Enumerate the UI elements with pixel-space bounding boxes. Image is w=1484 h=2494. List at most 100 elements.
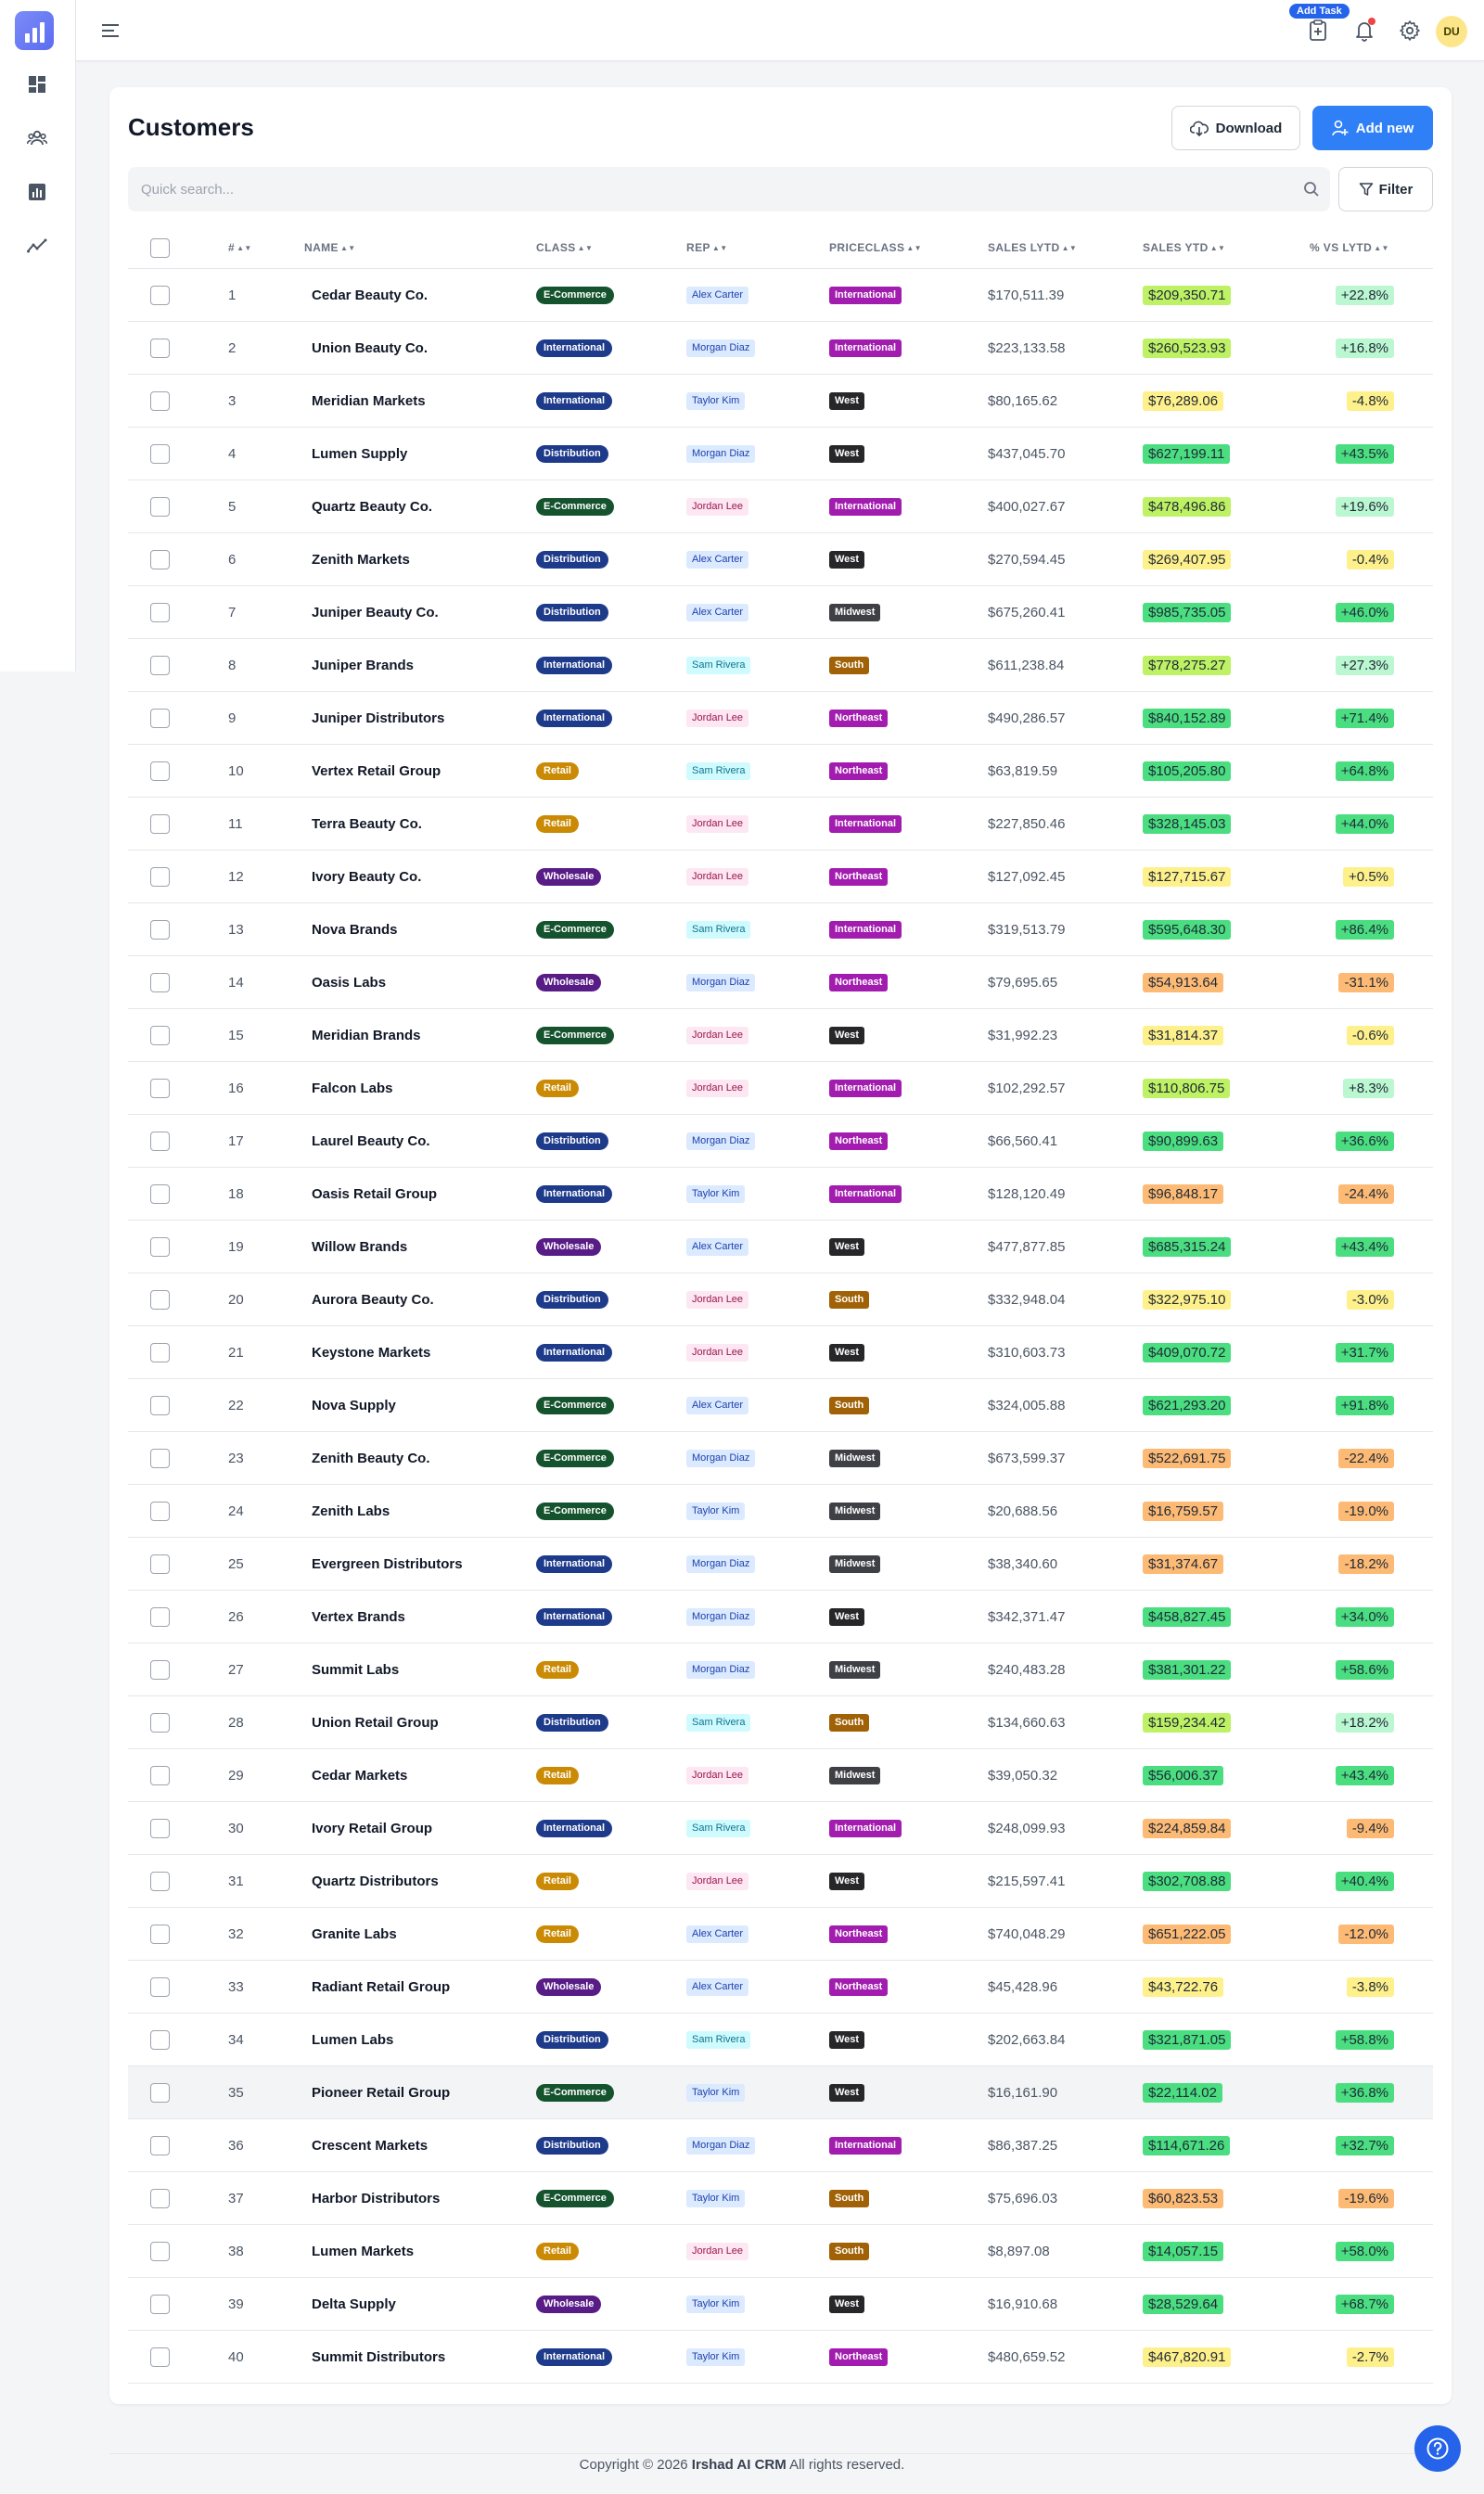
menu-toggle-icon[interactable] [100, 20, 122, 41]
column-header-sales-ytd[interactable]: SALES YTD ▲▼ [1143, 226, 1225, 269]
row-checkbox[interactable] [150, 2225, 170, 2278]
table-row[interactable]: 18 Oasis Retail Group International Taylor … [128, 1168, 1433, 1221]
table-row[interactable]: 40 Summit Distributors International Taylor… [128, 2331, 1433, 2384]
table-row[interactable]: 39 Delta Supply Wholesale Taylor Kim West $16… [128, 2278, 1433, 2331]
customer-name[interactable]: Juniper Brands [312, 639, 414, 692]
table-row[interactable]: 38 Lumen Markets Retail Jordan Lee South $8,8… [128, 2225, 1433, 2278]
table-row[interactable]: 34 Lumen Labs Distribution Sam Rivera West $2… [128, 2014, 1433, 2066]
customer-name[interactable]: Laurel Beauty Co. [312, 1115, 430, 1168]
table-row[interactable]: 21 Keystone Markets International Jordan Le… [128, 1326, 1433, 1379]
row-checkbox[interactable] [150, 1538, 170, 1591]
row-checkbox[interactable] [150, 1432, 170, 1485]
table-row[interactable]: 37 Harbor Distributors E-Commerce Taylor Ki… [128, 2172, 1433, 2225]
row-checkbox[interactable] [150, 322, 170, 375]
row-checkbox[interactable] [150, 375, 170, 428]
table-row[interactable]: 12 Ivory Beauty Co. Wholesale Jordan Lee Nor… [128, 851, 1433, 903]
row-checkbox[interactable] [150, 1168, 170, 1221]
customer-name[interactable]: Oasis Labs [312, 956, 386, 1009]
column-header-name[interactable]: NAME ▲▼ [304, 226, 356, 269]
customer-name[interactable]: Oasis Retail Group [312, 1168, 437, 1221]
row-checkbox[interactable] [150, 428, 170, 480]
customer-name[interactable]: Summit Labs [312, 1643, 399, 1696]
row-checkbox[interactable] [150, 1115, 170, 1168]
customer-name[interactable]: Meridian Brands [312, 1009, 421, 1062]
row-checkbox[interactable] [150, 2172, 170, 2225]
table-row[interactable]: 2 Union Beauty Co. International Morgan Dia… [128, 322, 1433, 375]
customer-name[interactable]: Juniper Distributors [312, 692, 444, 745]
row-checkbox[interactable] [150, 586, 170, 639]
app-logo[interactable] [15, 11, 54, 50]
table-row[interactable]: 20 Aurora Beauty Co. Distribution Jordan Le… [128, 1273, 1433, 1326]
row-checkbox[interactable] [150, 956, 170, 1009]
customer-name[interactable]: Quartz Beauty Co. [312, 480, 432, 533]
table-row[interactable]: 28 Union Retail Group Distribution Sam Rive… [128, 1696, 1433, 1749]
table-row[interactable]: 23 Zenith Beauty Co. E-Commerce Morgan Diaz… [128, 1432, 1433, 1485]
table-row[interactable]: 11 Terra Beauty Co. Retail Jordan Lee Intern… [128, 798, 1433, 851]
customer-name[interactable]: Vertex Brands [312, 1591, 405, 1643]
row-checkbox[interactable] [150, 269, 170, 322]
row-checkbox[interactable] [150, 1749, 170, 1802]
row-checkbox[interactable] [150, 1221, 170, 1273]
customer-name[interactable]: Pioneer Retail Group [312, 2066, 450, 2119]
table-row[interactable]: 15 Meridian Brands E-Commerce Jordan Lee Wes… [128, 1009, 1433, 1062]
row-checkbox[interactable] [150, 2119, 170, 2172]
table-row[interactable]: 33 Radiant Retail Group Wholesale Alex Cart… [128, 1961, 1433, 2014]
row-checkbox[interactable] [150, 1696, 170, 1749]
row-checkbox[interactable] [150, 1485, 170, 1538]
customer-name[interactable]: Falcon Labs [312, 1062, 393, 1115]
column-header-pct-vs-lytd[interactable]: % VS LYTD ▲▼ [1310, 226, 1389, 269]
customer-name[interactable]: Quartz Distributors [312, 1855, 439, 1908]
customer-name[interactable]: Radiant Retail Group [312, 1961, 450, 2014]
customer-name[interactable]: Evergreen Distributors [312, 1538, 463, 1591]
customer-name[interactable]: Union Beauty Co. [312, 322, 428, 375]
table-row[interactable]: 25 Evergreen Distributors International Mor… [128, 1538, 1433, 1591]
column-header-class[interactable]: CLASS ▲▼ [536, 226, 593, 269]
download-button[interactable]: Download [1171, 106, 1300, 150]
table-row[interactable]: 7 Juniper Beauty Co. Distribution Alex Cart… [128, 586, 1433, 639]
search-icon[interactable] [1302, 180, 1321, 198]
row-checkbox[interactable] [150, 1326, 170, 1379]
customer-name[interactable]: Ivory Retail Group [312, 1802, 432, 1855]
row-checkbox[interactable] [150, 2278, 170, 2331]
customer-name[interactable]: Zenith Labs [312, 1485, 390, 1538]
row-checkbox[interactable] [150, 851, 170, 903]
customer-name[interactable]: Granite Labs [312, 1908, 397, 1961]
customer-name[interactable]: Meridian Markets [312, 375, 426, 428]
row-checkbox[interactable] [150, 639, 170, 692]
select-all-checkbox[interactable] [150, 226, 170, 269]
row-checkbox[interactable] [150, 1379, 170, 1432]
column-header-number[interactable]: # ▲▼ [228, 226, 252, 269]
row-checkbox[interactable] [150, 798, 170, 851]
column-header-sales-lytd[interactable]: SALES LYTD ▲▼ [988, 226, 1077, 269]
table-row[interactable]: 36 Crescent Markets Distribution Morgan Dia… [128, 2119, 1433, 2172]
customers-icon[interactable] [26, 127, 48, 149]
dashboard-icon[interactable] [26, 73, 48, 96]
row-checkbox[interactable] [150, 2014, 170, 2066]
table-row[interactable]: 31 Quartz Distributors Retail Jordan Lee Wes… [128, 1855, 1433, 1908]
help-button[interactable] [1414, 2425, 1461, 2472]
row-checkbox[interactable] [150, 1591, 170, 1643]
row-checkbox[interactable] [150, 2331, 170, 2384]
table-row[interactable]: 5 Quartz Beauty Co. E-Commerce Jordan Lee In… [128, 480, 1433, 533]
customer-name[interactable]: Union Retail Group [312, 1696, 439, 1749]
row-checkbox[interactable] [150, 1062, 170, 1115]
table-row[interactable]: 1 Cedar Beauty Co. E-Commerce Alex Carter In… [128, 269, 1433, 322]
row-checkbox[interactable] [150, 745, 170, 798]
table-row[interactable]: 30 Ivory Retail Group International Sam Riv… [128, 1802, 1433, 1855]
row-checkbox[interactable] [150, 2066, 170, 2119]
customer-name[interactable]: Delta Supply [312, 2278, 396, 2331]
customer-name[interactable]: Nova Supply [312, 1379, 396, 1432]
row-checkbox[interactable] [150, 1961, 170, 2014]
reports-icon[interactable] [26, 181, 48, 203]
table-row[interactable]: 19 Willow Brands Wholesale Alex Carter West $… [128, 1221, 1433, 1273]
customer-name[interactable]: Lumen Labs [312, 2014, 393, 2066]
table-row[interactable]: 27 Summit Labs Retail Morgan Diaz Midwest $24… [128, 1643, 1433, 1696]
column-header-rep[interactable]: REP ▲▼ [686, 226, 728, 269]
row-checkbox[interactable] [150, 1908, 170, 1961]
table-row[interactable]: 29 Cedar Markets Retail Jordan Lee Midwest $3… [128, 1749, 1433, 1802]
table-row[interactable]: 35 Pioneer Retail Group E-Commerce Taylor K… [128, 2066, 1433, 2119]
table-row[interactable]: 6 Zenith Markets Distribution Alex Carter We… [128, 533, 1433, 586]
customer-name[interactable]: Aurora Beauty Co. [312, 1273, 434, 1326]
customer-name[interactable]: Crescent Markets [312, 2119, 428, 2172]
table-row[interactable]: 10 Vertex Retail Group Retail Sam Rivera Nor… [128, 745, 1433, 798]
